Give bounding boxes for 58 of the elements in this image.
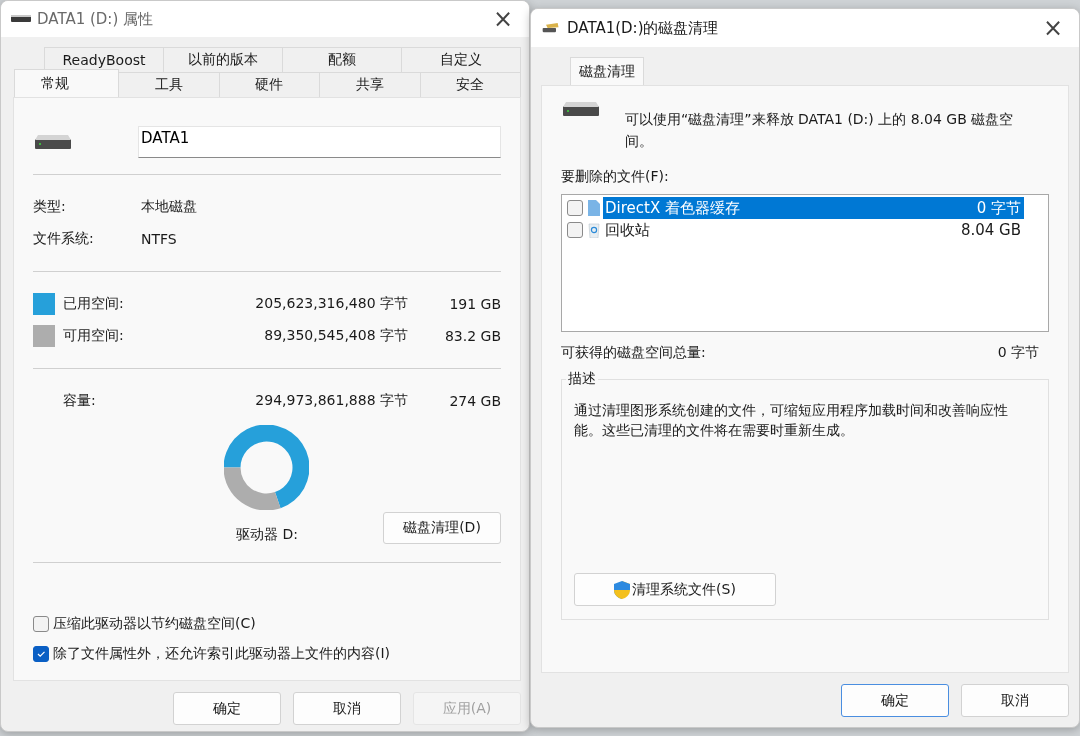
- dialog-button[interactable]: 确定: [173, 692, 281, 725]
- info-label: 文件系统:: [33, 230, 95, 248]
- close-button[interactable]: ×: [1035, 16, 1071, 40]
- file-name: DirectX 着色器缓存: [605, 198, 740, 218]
- total-value: 0 字节: [997, 344, 1039, 362]
- capacity-size: 274 GB: [448, 393, 501, 409]
- drive-icon: [35, 135, 71, 149]
- drive-label: 驱动器 D:: [236, 526, 298, 544]
- usage-bytes: 205,623,316,480 字节: [255, 295, 408, 313]
- recycle-bin-icon: [588, 222, 600, 238]
- usage-bytes: 89,350,545,408 字节: [264, 327, 408, 345]
- file-list-item[interactable]: 回收站 8.04 GB: [603, 219, 1024, 241]
- file-icon: [588, 200, 600, 216]
- usage-size: 191 GB: [448, 296, 501, 312]
- usage-label: 已用空间: [63, 295, 119, 311]
- group-title: 描述: [567, 370, 597, 388]
- file-list-item[interactable]: DirectX 着色器缓存 0 字节: [603, 197, 1024, 219]
- info-value: 本地磁盘: [141, 198, 197, 216]
- tab[interactable]: 常规: [14, 69, 119, 97]
- capacity-label: 容量:: [63, 392, 97, 410]
- checkbox[interactable]: [567, 200, 583, 216]
- checkbox-label: 除了文件属性外，还允许索引此驱动器上文件的内容(I): [53, 645, 391, 663]
- file-size: 0 字节: [976, 198, 1021, 218]
- file-size: 8.04 GB: [960, 221, 1021, 239]
- drive-icon: [11, 14, 31, 24]
- window-title: DATA1 (D:) 属性: [37, 9, 155, 29]
- shield-icon: [614, 580, 631, 599]
- check-icon: [36, 649, 46, 659]
- info-label: 类型:: [33, 198, 67, 216]
- checkbox-label: 压缩此驱动器以节约磁盘空间(C): [53, 615, 256, 633]
- tab[interactable]: 自定义: [401, 47, 521, 72]
- capacity-bytes: 294,973,861,888 字节: [255, 392, 408, 410]
- description-text: 通过清理图形系统创建的文件，可缩短应用程序加载时间和改善响应性能。这些已清理的文件将在需要时重新生成。: [574, 401, 1009, 440]
- drive-icon: [563, 102, 599, 116]
- broom-drive-icon: [541, 23, 561, 33]
- disk-cleanup-button[interactable]: 磁盘清理(D): [383, 512, 501, 544]
- dialog-button[interactable]: 确定: [841, 684, 949, 717]
- intro-text: 可以使用“磁盘清理”来释放 DATA1 (D:) 上的 8.04 GB 磁盘空间。: [625, 110, 1015, 151]
- close-button[interactable]: ×: [485, 7, 521, 31]
- total-label: 可获得的磁盘空间总量:: [561, 344, 706, 362]
- file-name: 回收站: [605, 220, 650, 240]
- checkbox[interactable]: [567, 222, 583, 238]
- checkbox[interactable]: [33, 616, 49, 632]
- tab[interactable]: 磁盘清理: [570, 57, 644, 85]
- clean-system-files-button[interactable]: 清理系统文件(S): [574, 573, 776, 606]
- checkbox[interactable]: [33, 646, 49, 662]
- tab[interactable]: 安全: [419, 72, 521, 97]
- files-label: 要删除的文件(F):: [561, 168, 670, 186]
- dialog-button[interactable]: 取消: [293, 692, 401, 725]
- tab[interactable]: ReadyBoost: [44, 47, 164, 72]
- dialog-button[interactable]: 取消: [961, 684, 1069, 717]
- window-title: DATA1(D:)的磁盘清理: [567, 18, 720, 38]
- label-colon: :: [119, 327, 124, 343]
- volume-name-field[interactable]: DATA1: [138, 126, 501, 158]
- usage-size: 83.2 GB: [443, 328, 501, 344]
- label-colon: :: [119, 295, 124, 311]
- info-value: NTFS: [141, 231, 177, 247]
- usage-label: 可用空间: [63, 327, 119, 343]
